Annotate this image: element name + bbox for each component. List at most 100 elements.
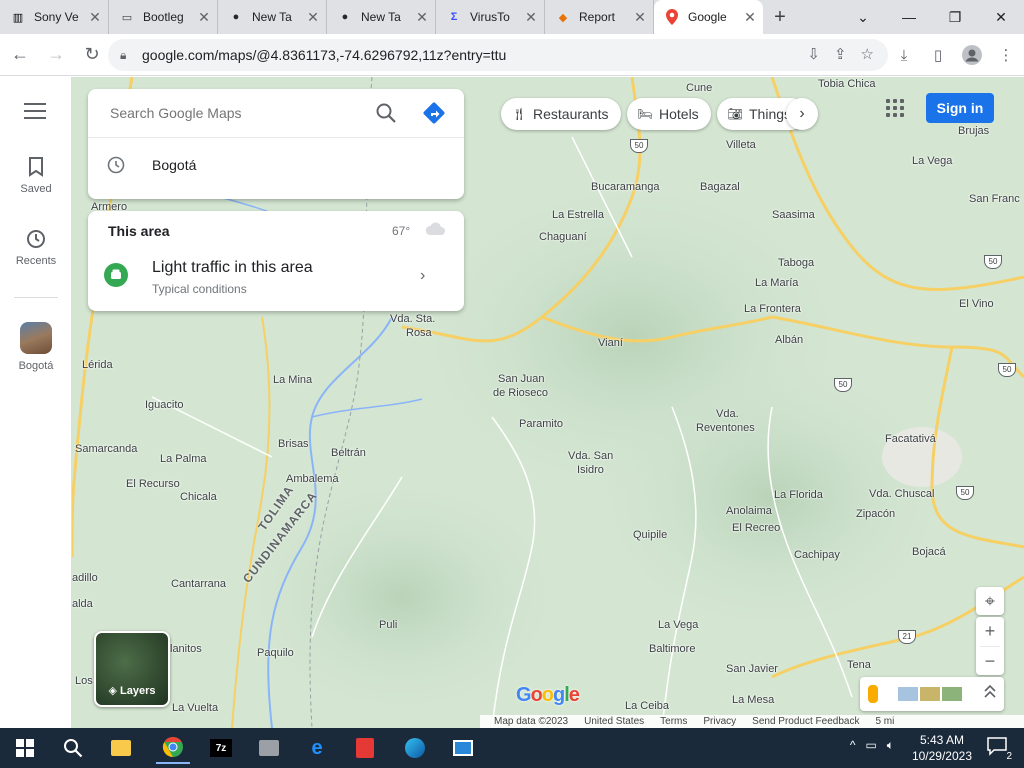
place-label[interactable]: La Frontera: [744, 303, 801, 315]
directions-icon[interactable]: [422, 101, 446, 125]
lock-icon[interactable]: 🔒︎: [120, 48, 134, 63]
place-label[interactable]: La Ceiba: [625, 700, 669, 712]
place-label[interactable]: Isidro: [577, 464, 604, 476]
traffic-status[interactable]: Light traffic in this area: [152, 259, 313, 277]
privacy-link[interactable]: Privacy: [703, 716, 736, 727]
close-tab-icon[interactable]: ✕: [197, 9, 211, 26]
place-label[interactable]: Bojacá: [912, 546, 946, 558]
place-label[interactable]: Brujas: [958, 125, 989, 137]
place-label[interactable]: Puli: [379, 619, 397, 631]
close-tab-icon[interactable]: ✕: [306, 9, 320, 26]
download-icon[interactable]: ⤓: [892, 39, 916, 71]
place-label[interactable]: La Palma: [160, 453, 206, 465]
star-icon[interactable]: ☆: [861, 45, 874, 63]
place-label[interactable]: Los: [75, 675, 93, 687]
browser-tab[interactable]: ● New Ta ✕: [218, 0, 327, 34]
address-bar[interactable]: 🔒︎ google.com/maps/@4.8361173,-74.629679…: [108, 39, 888, 71]
close-window-button[interactable]: ✕: [978, 0, 1024, 34]
place-label[interactable]: Vda. Chuscal: [869, 488, 934, 500]
chips-scroll-right-icon[interactable]: ›: [786, 98, 818, 130]
search-icon[interactable]: [374, 101, 398, 125]
tray-chevron-icon[interactable]: ^: [850, 738, 856, 753]
chevron-right-icon[interactable]: ›: [420, 267, 425, 285]
search-taskbar-icon[interactable]: [56, 732, 90, 764]
zoom-in-button[interactable]: +: [976, 617, 1004, 646]
place-label[interactable]: Chaguaní: [539, 231, 587, 243]
place-label[interactable]: Reventones: [696, 422, 755, 434]
place-label[interactable]: Cantarrana: [171, 578, 226, 590]
forward-button[interactable]: →: [40, 39, 72, 71]
close-tab-icon[interactable]: ✕: [633, 9, 647, 26]
browser-tab-active[interactable]: Google ✕: [654, 0, 763, 34]
7zip-icon[interactable]: 7z: [204, 732, 238, 764]
place-label[interactable]: Saasima: [772, 209, 815, 221]
place-label[interactable]: El Recreo: [732, 522, 780, 534]
media-icon[interactable]: [252, 732, 286, 764]
place-label[interactable]: de Rioseco: [493, 387, 548, 399]
side-panel-icon[interactable]: ▯: [926, 39, 950, 71]
feedback-link[interactable]: Send Product Feedback: [752, 716, 859, 727]
network-icon[interactable]: ▭: [865, 738, 876, 753]
back-button[interactable]: ←: [4, 39, 36, 71]
tab-search-icon[interactable]: ⌄: [840, 0, 886, 34]
new-tab-button[interactable]: +: [763, 0, 797, 34]
hamburger-menu-icon[interactable]: [24, 103, 46, 119]
place-label[interactable]: La Estrella: [552, 209, 604, 221]
country-link[interactable]: United States: [584, 716, 644, 727]
place-label[interactable]: La Vega: [658, 619, 698, 631]
place-label[interactable]: Taboga: [778, 257, 814, 269]
place-label[interactable]: La Mesa: [732, 694, 774, 706]
place-label[interactable]: Cune: [686, 82, 712, 94]
install-icon[interactable]: ⇩: [807, 45, 820, 63]
notification-icon[interactable]: 2: [986, 736, 1012, 762]
place-label[interactable]: Tena: [847, 659, 871, 671]
recent-search-item[interactable]: Bogotá: [88, 151, 464, 187]
edge-icon[interactable]: [398, 732, 432, 764]
place-label[interactable]: La Vega: [912, 155, 952, 167]
more-menu-icon[interactable]: ⋮: [994, 39, 1018, 71]
reload-button[interactable]: ↻: [76, 39, 108, 71]
place-label[interactable]: Albán: [775, 334, 803, 346]
place-label[interactable]: Chicala: [180, 491, 217, 503]
place-label[interactable]: Baltimore: [649, 643, 695, 655]
profile-icon[interactable]: [960, 39, 984, 71]
place-label[interactable]: Iguacito: [145, 399, 184, 411]
place-label[interactable]: Lérida: [82, 359, 113, 371]
terms-link[interactable]: Terms: [660, 716, 687, 727]
place-label[interactable]: El Recurso: [126, 478, 180, 490]
place-label[interactable]: Bagazal: [700, 181, 740, 193]
place-label[interactable]: La María: [755, 277, 798, 289]
close-tab-icon[interactable]: ✕: [524, 9, 538, 26]
place-label[interactable]: Vianí: [598, 337, 623, 349]
place-label[interactable]: Rosa: [406, 327, 432, 339]
place-label[interactable]: Bucaramanga: [591, 181, 660, 193]
restore-button[interactable]: ❐: [932, 0, 978, 34]
place-label[interactable]: alda: [72, 598, 93, 610]
rail-recents[interactable]: Recents: [0, 227, 72, 267]
browser-tab[interactable]: ▥ Sony Ve ✕: [0, 0, 109, 34]
place-label[interactable]: Cachipay: [794, 549, 840, 561]
rail-saved[interactable]: Saved: [0, 155, 72, 195]
place-label[interactable]: La Vuelta: [172, 702, 218, 714]
minimize-button[interactable]: —: [886, 0, 932, 34]
google-apps-icon[interactable]: [886, 99, 904, 117]
place-label[interactable]: Zipacón: [856, 508, 895, 520]
place-label[interactable]: Beltrán: [331, 447, 366, 459]
browser-tab[interactable]: ◆ Report ✕: [545, 0, 654, 34]
place-label[interactable]: La Florida: [774, 489, 823, 501]
place-label[interactable]: Paramito: [519, 418, 563, 430]
app-icon[interactable]: [446, 732, 480, 764]
place-label[interactable]: Paquilo: [257, 647, 294, 659]
chrome-icon[interactable]: [156, 732, 190, 764]
place-label[interactable]: San Javier: [726, 663, 778, 675]
zoom-out-button[interactable]: −: [976, 647, 1004, 676]
place-label[interactable]: San Franc: [969, 193, 1020, 205]
layers-button[interactable]: ◈ Layers: [94, 631, 170, 707]
minimap-thumbnails[interactable]: [860, 677, 1004, 711]
share-icon[interactable]: ⇪: [834, 45, 847, 63]
scale-label[interactable]: 5 mi: [875, 716, 894, 727]
place-label[interactable]: Brisas: [278, 438, 309, 450]
place-label[interactable]: adillo: [72, 572, 98, 584]
close-tab-icon[interactable]: ✕: [415, 9, 429, 26]
chip-restaurants[interactable]: 🍴︎ Restaurants: [501, 98, 621, 130]
